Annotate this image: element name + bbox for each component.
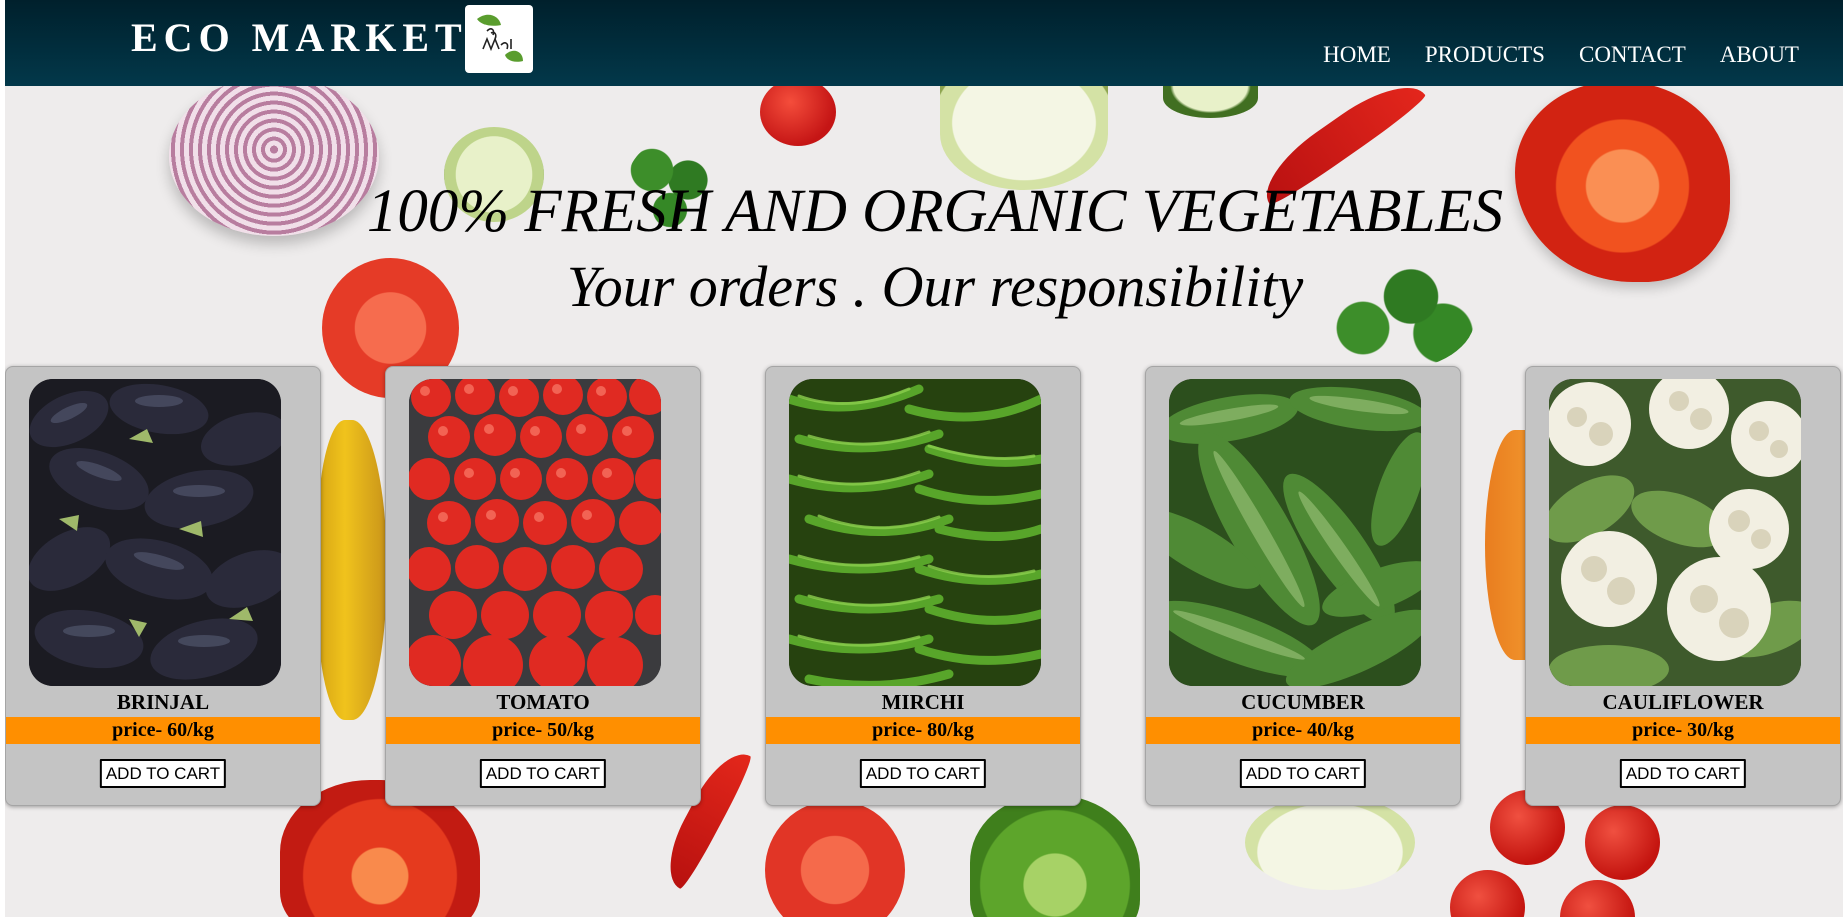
- brinjal-photo: [29, 379, 281, 686]
- product-card-cucumber: CUCUMBER price- 40/kg ADD TO CART: [1145, 366, 1461, 806]
- nav-contact[interactable]: CONTACT: [1579, 40, 1686, 70]
- cherry-tomato-decoration: [1450, 870, 1525, 917]
- product-name: TOMATO: [496, 690, 590, 714]
- hero-title: 100% FRESH AND ORGANIC VEGETABLES: [366, 178, 1504, 245]
- nav-about[interactable]: ABOUT: [1720, 40, 1799, 70]
- product-card-mirchi: MIRCHI price- 80/kg ADD TO CART: [765, 366, 1081, 806]
- page: ECO MARKET HOME PRODUCTS CONTACT ABOUT 1…: [5, 0, 1843, 917]
- add-to-cart-button[interactable]: ADD TO CART: [479, 759, 607, 788]
- cherry-tomato-decoration: [1585, 805, 1660, 880]
- main-nav: HOME PRODUCTS CONTACT ABOUT: [1289, 40, 1799, 70]
- eco-market-logo[interactable]: [465, 5, 533, 73]
- site-header: ECO MARKET HOME PRODUCTS CONTACT ABOUT: [5, 0, 1843, 86]
- add-to-cart-button[interactable]: ADD TO CART: [99, 759, 227, 788]
- product-price: price- 40/kg: [1146, 717, 1460, 744]
- tomato-half-decoration: [765, 800, 905, 917]
- product-name: CUCUMBER: [1241, 690, 1365, 714]
- product-price: price- 50/kg: [386, 717, 700, 744]
- cherry-tomato-decoration: [1560, 880, 1635, 917]
- add-to-cart-button[interactable]: ADD TO CART: [859, 759, 987, 788]
- cucumber-photo: [1169, 379, 1421, 686]
- cauliflower-photo: [1549, 379, 1801, 686]
- product-card-brinjal: BRINJAL price- 60/kg ADD TO CART: [5, 366, 321, 806]
- tomato-decoration: [760, 78, 836, 146]
- zucchini-slice-decoration: [940, 78, 1108, 190]
- product-card-cauliflower: CAULIFLOWER price- 30/kg ADD TO CART: [1525, 366, 1841, 806]
- hero-subtitle: Your orders . Our responsibility: [566, 254, 1304, 319]
- product-name: BRINJAL: [116, 690, 210, 714]
- brand-name[interactable]: ECO MARKET: [131, 14, 468, 62]
- product-card-tomato: TOMATO price- 50/kg ADD TO CART: [385, 366, 701, 806]
- green-pepper-decoration: [970, 795, 1140, 917]
- nav-home[interactable]: HOME: [1323, 40, 1391, 70]
- product-name: MIRCHI: [881, 690, 965, 714]
- product-price: price- 60/kg: [6, 717, 320, 744]
- product-price: price- 80/kg: [766, 717, 1080, 744]
- zucchini-slice-decoration: [1245, 795, 1415, 890]
- add-to-cart-button[interactable]: ADD TO CART: [1619, 759, 1747, 788]
- product-price: price- 30/kg: [1526, 717, 1840, 744]
- leaf-logo-icon: [477, 14, 523, 62]
- product-name: CAULIFLOWER: [1602, 690, 1764, 714]
- squash-decoration: [317, 420, 387, 720]
- tomato-photo: [409, 379, 661, 686]
- add-to-cart-button[interactable]: ADD TO CART: [1239, 759, 1367, 788]
- nav-products[interactable]: PRODUCTS: [1425, 40, 1545, 70]
- mirchi-photo: [789, 379, 1041, 686]
